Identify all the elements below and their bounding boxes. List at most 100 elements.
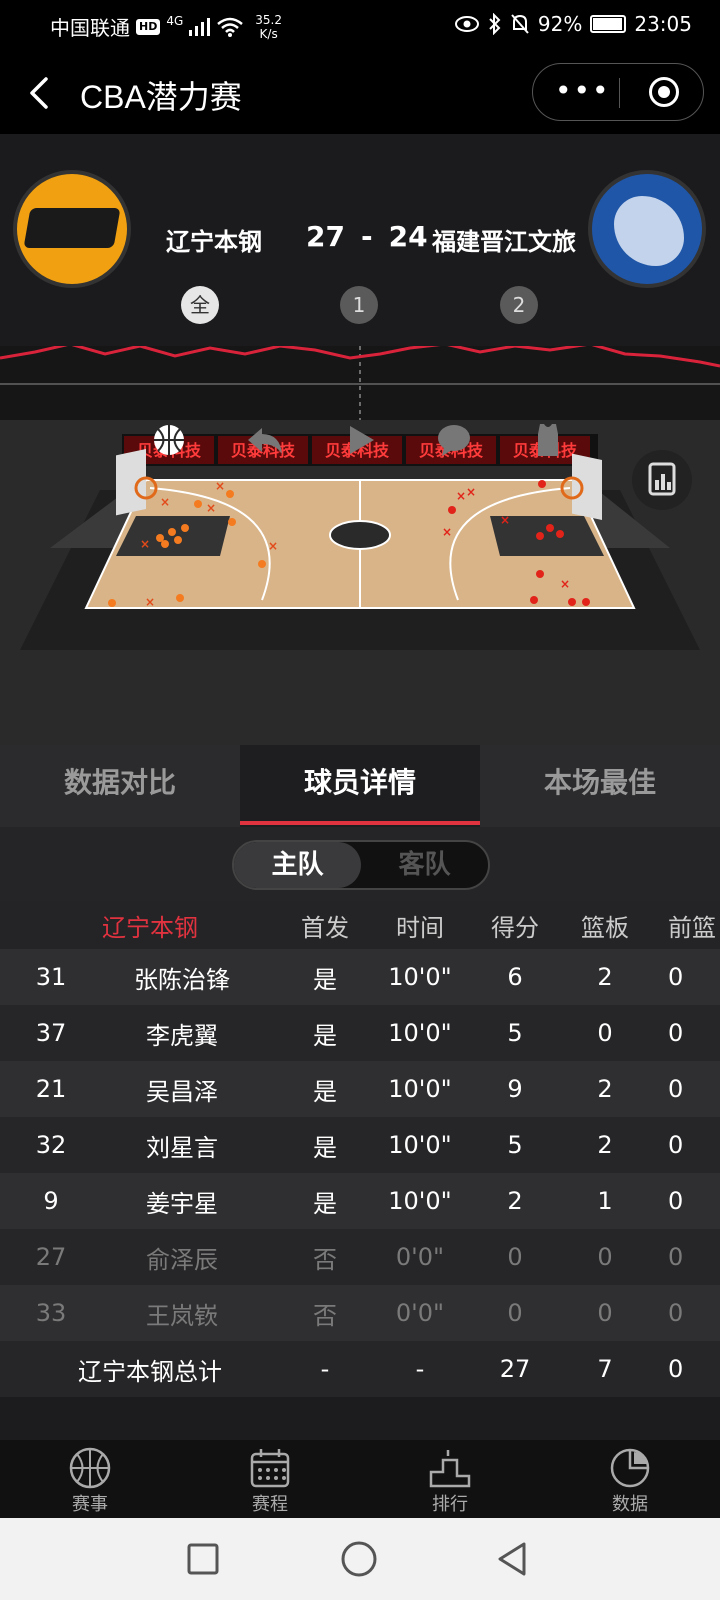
player-minutes: 10'0" bbox=[388, 963, 452, 991]
player-name: 李虎翼 bbox=[146, 1021, 218, 1050]
tab-player-detail[interactable]: 球员详情 bbox=[240, 745, 480, 827]
player-number: 31 bbox=[35, 963, 67, 991]
player-rebounds: 2 bbox=[597, 1131, 613, 1159]
svg-text:×: × bbox=[442, 525, 452, 539]
signal-icon: 4G bbox=[166, 13, 184, 28]
player-off-rebounds: 0 bbox=[668, 1075, 684, 1103]
recent-apps-icon[interactable] bbox=[186, 1542, 220, 1576]
player-rebounds: 2 bbox=[597, 963, 613, 991]
nav-data[interactable]: 数据 bbox=[540, 1440, 720, 1518]
player-name: 吴昌泽 bbox=[146, 1077, 218, 1106]
team-segment-control: 主队 客队 bbox=[232, 840, 490, 890]
svg-text:×: × bbox=[466, 485, 476, 499]
table-row[interactable]: 31 张陈治锋 是 10'0" 6 2 0 bbox=[0, 949, 720, 1005]
away-score: 24 bbox=[388, 220, 428, 253]
player-starter: 否 bbox=[313, 1245, 337, 1274]
comment-icon[interactable] bbox=[434, 420, 474, 460]
nav-schedule[interactable]: 赛程 bbox=[180, 1440, 360, 1518]
svg-text:×: × bbox=[145, 595, 155, 609]
period-1[interactable]: 1 bbox=[340, 286, 378, 324]
player-starter: 是 bbox=[313, 1021, 337, 1050]
capsule-divider bbox=[619, 78, 620, 108]
bluetooth-icon bbox=[489, 13, 501, 35]
player-points: 0 bbox=[507, 1299, 523, 1327]
total-points: 27 bbox=[499, 1355, 531, 1383]
player-points: 5 bbox=[507, 1131, 523, 1159]
player-minutes: 0'0" bbox=[395, 1243, 445, 1271]
segment-home[interactable]: 主队 bbox=[234, 842, 361, 888]
player-minutes: 10'0" bbox=[388, 1131, 452, 1159]
total-minutes: - bbox=[415, 1355, 425, 1383]
bar-chart-icon bbox=[648, 462, 676, 496]
carrier-label: 中国联通 bbox=[50, 16, 130, 40]
wifi-icon bbox=[217, 17, 244, 37]
player-off-rebounds: 0 bbox=[668, 1131, 684, 1159]
bottom-tab-bar: 赛事 赛程 排行 数据 bbox=[0, 1440, 720, 1518]
player-off-rebounds: 0 bbox=[668, 1187, 684, 1215]
player-number: 9 bbox=[43, 1187, 59, 1215]
basketball-icon[interactable] bbox=[149, 420, 189, 460]
period-2[interactable]: 2 bbox=[500, 286, 538, 324]
pie-chart-icon bbox=[610, 1448, 650, 1488]
detail-tabs: 数据对比 球员详情 本场最佳 bbox=[0, 745, 720, 827]
cell-signal-icon bbox=[189, 17, 211, 36]
player-off-rebounds: 0 bbox=[668, 1019, 684, 1047]
team-total-row: 辽宁本钢总计 - - 27 7 0 bbox=[0, 1341, 720, 1397]
calendar-icon bbox=[250, 1449, 290, 1488]
player-rebounds: 2 bbox=[597, 1075, 613, 1103]
player-number: 37 bbox=[35, 1019, 67, 1047]
player-minutes: 10'0" bbox=[388, 1019, 452, 1047]
player-starter: 是 bbox=[313, 1077, 337, 1106]
table-row[interactable]: 32 刘星言 是 10'0" 5 2 0 bbox=[0, 1117, 720, 1173]
basketball-outline-icon bbox=[69, 1447, 111, 1489]
jersey-icon[interactable] bbox=[528, 420, 568, 460]
close-miniprogram-icon[interactable] bbox=[649, 77, 679, 107]
segment-away[interactable]: 客队 bbox=[361, 842, 488, 888]
podium-icon bbox=[429, 1450, 471, 1488]
mute-bell-icon bbox=[511, 14, 529, 34]
svg-text:×: × bbox=[500, 513, 510, 527]
player-points: 2 bbox=[507, 1187, 523, 1215]
player-points: 0 bbox=[507, 1243, 523, 1271]
total-off-rebounds: 0 bbox=[668, 1355, 684, 1383]
stats-chart-button[interactable] bbox=[632, 450, 692, 510]
battery-icon bbox=[590, 15, 627, 33]
shot-chart-court: 贝泰科技 贝泰科技 贝泰科技 贝泰科技 贝泰科技 ×××××× ××××× bbox=[0, 420, 720, 745]
clock: 23:05 bbox=[634, 12, 692, 36]
tab-best-of-game[interactable]: 本场最佳 bbox=[480, 745, 720, 827]
more-menu-icon[interactable]: ••• bbox=[555, 77, 611, 105]
nav-events[interactable]: 赛事 bbox=[0, 1440, 180, 1518]
rewind-icon[interactable] bbox=[244, 420, 286, 460]
player-name: 俞泽辰 bbox=[146, 1245, 218, 1274]
header-starter: 首发 bbox=[301, 913, 349, 942]
player-rebounds: 0 bbox=[597, 1299, 613, 1327]
nav-ranking[interactable]: 排行 bbox=[360, 1440, 540, 1518]
total-starter: - bbox=[320, 1355, 330, 1383]
play-icon[interactable] bbox=[340, 420, 380, 460]
period-all[interactable]: 全 bbox=[181, 286, 219, 324]
player-starter: 是 bbox=[313, 1189, 337, 1218]
score-header: 辽宁本钢 27 - 24 福建晋江文旅 全 1 2 bbox=[0, 134, 720, 346]
scoreline: 27 - 24 bbox=[306, 220, 428, 253]
player-name: 张陈治锋 bbox=[134, 965, 230, 994]
home-icon[interactable] bbox=[340, 1540, 378, 1578]
player-number: 33 bbox=[35, 1299, 67, 1327]
player-name: 刘星言 bbox=[146, 1133, 218, 1162]
page-title: CBA潜力赛 bbox=[80, 79, 242, 115]
table-row[interactable]: 33 王岚嵚 否 0'0" 0 0 0 bbox=[0, 1285, 720, 1341]
back-arrow-icon[interactable] bbox=[28, 76, 50, 110]
table-row[interactable]: 9 姜宇星 是 10'0" 2 1 0 bbox=[0, 1173, 720, 1229]
player-number: 27 bbox=[35, 1243, 67, 1271]
nav-label: 赛程 bbox=[252, 1494, 288, 1515]
score-separator: - bbox=[360, 220, 373, 253]
table-row[interactable]: 21 吴昌泽 是 10'0" 9 2 0 bbox=[0, 1061, 720, 1117]
total-rebounds: 7 bbox=[597, 1355, 613, 1383]
home-score: 27 bbox=[306, 220, 345, 253]
tab-data-compare[interactable]: 数据对比 bbox=[0, 745, 240, 827]
table-row[interactable]: 27 俞泽辰 否 0'0" 0 0 0 bbox=[0, 1229, 720, 1285]
back-triangle-icon[interactable] bbox=[494, 1540, 530, 1578]
player-starter: 否 bbox=[313, 1301, 337, 1330]
nav-bar: CBA潜力赛 ••• bbox=[0, 52, 720, 134]
table-row[interactable]: 37 李虎翼 是 10'0" 5 0 0 bbox=[0, 1005, 720, 1061]
battery-percent: 92% bbox=[537, 12, 583, 36]
